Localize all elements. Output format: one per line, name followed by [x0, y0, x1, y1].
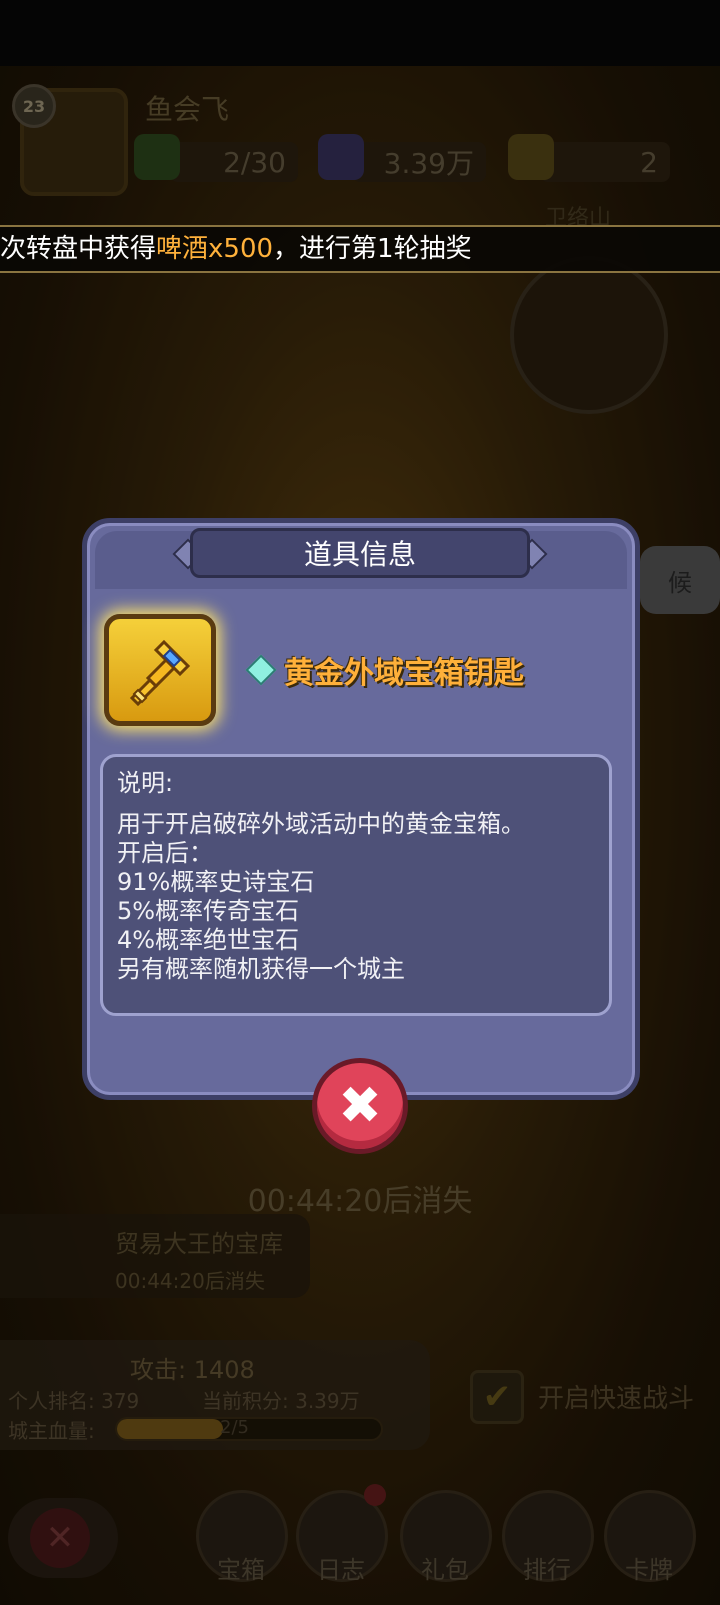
golden-key-icon: [104, 614, 216, 726]
close-dialog-button[interactable]: ✖: [312, 1058, 408, 1154]
description-label: 说明:: [117, 769, 174, 797]
marquee-suffix: ，进行第1轮抽奖: [273, 234, 472, 264]
item-name-row: 黄金外域宝箱钥匙: [245, 648, 524, 692]
item-name: 黄金外域宝箱钥匙: [284, 656, 524, 691]
status-bar: [0, 0, 720, 66]
gem-icon: [245, 654, 277, 686]
description-line: 用于开启破碎外域活动中的黄金宝箱。: [117, 810, 525, 838]
description-line: 91%概率史诗宝石: [117, 868, 315, 896]
description-line: 开启后：: [117, 839, 213, 867]
key-graphic: [129, 639, 191, 707]
description-line: 4%概率绝世宝石: [117, 926, 300, 954]
marquee-highlight: 啤酒x500: [156, 234, 274, 264]
dialog-title: 道具信息: [190, 528, 530, 578]
description-box: 说明: 用于开启破碎外域活动中的黄金宝箱。 开启后： 91%概率史诗宝石 5%概…: [100, 754, 612, 1016]
close-icon: ✖: [338, 1076, 382, 1136]
broadcast-marquee: 次转盘中获得啤酒x500，进行第1轮抽奖: [0, 225, 720, 273]
description-line: 另有概率随机获得一个城主: [117, 955, 405, 983]
marquee-prefix: 次转盘中获得: [0, 234, 157, 264]
description-line: 5%概率传奇宝石: [117, 897, 300, 925]
